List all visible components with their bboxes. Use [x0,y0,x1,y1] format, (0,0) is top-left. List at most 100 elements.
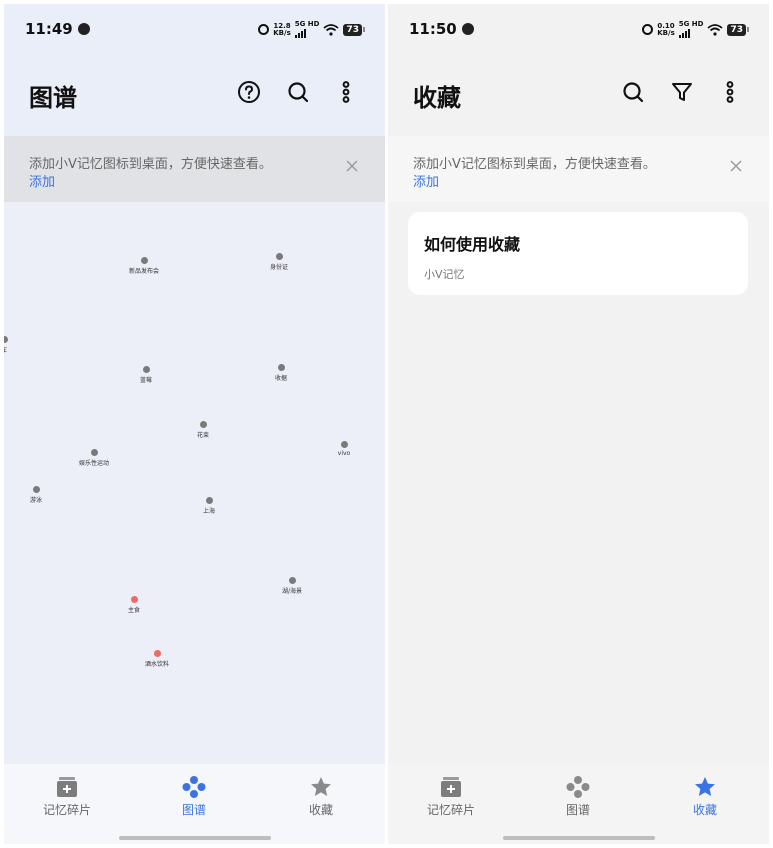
filter-icon[interactable] [670,80,694,104]
card-title: 如何使用收藏 [424,235,521,254]
memory-fragments-icon [441,777,461,797]
status-time: 11:50 [409,20,474,38]
banner-add-link[interactable]: 添加 [29,171,55,190]
graph-node-label: 娱乐性运动 [78,460,109,467]
more-options-icon[interactable] [718,80,742,104]
memory-fragments-icon [57,777,77,797]
graph-node[interactable]: vivo [314,441,374,457]
tab-memory-fragments[interactable]: 记忆碎片 [411,776,491,818]
graph-icon [182,776,206,798]
graph-node[interactable]: 花束 [173,421,233,439]
tab-graph[interactable]: 图谱 [154,776,234,818]
graph-node[interactable]: 主食 [104,596,164,614]
banner-text: 添加小V记忆图标到桌面，方便快速查看。 [413,157,656,172]
network-type: 5G HD [678,21,704,38]
tab-graph[interactable]: 图谱 [538,776,618,818]
graph-node-label: 新品发布会 [128,268,159,275]
graph-node-label: 蓝莓 [139,377,152,384]
signal-icon [678,28,704,38]
network-type: 5G HD [294,21,320,38]
graph-node[interactable]: 新品发布会 [114,257,174,275]
close-icon[interactable] [729,159,743,173]
graph-node-label: 湖/海景 [281,588,303,595]
search-icon[interactable] [621,80,645,104]
graph-node-dot [340,441,348,448]
graph-node-label: 身份证 [269,264,288,271]
signal-icon [294,28,320,38]
status-bar: 11:50 0.10 KB/s 5G HD 73 [388,4,769,56]
bottom-tab-bar: 记忆碎片 图谱 收藏 [4,764,385,844]
net-speed: 0.10 KB/s [657,21,675,37]
status-time: 11:49 [25,20,90,38]
graph-node-label: 上海 [202,508,215,515]
tab-memory-fragments[interactable]: 记忆碎片 [27,776,107,818]
graph-node-dot [140,257,148,264]
star-icon [311,777,331,796]
home-indicator[interactable] [118,836,271,840]
add-widget-banner: 添加小V记忆图标到桌面，方便快速查看。 添加 [388,136,769,202]
graph-node[interactable]: 娱乐性运动 [64,449,124,467]
tab-label: 图谱 [565,803,590,817]
app-header: 图谱 [4,56,385,136]
graph-node-dot [130,596,138,603]
battery-icon: 73 [343,23,365,36]
status-bar: 11:49 12.8 KB/s 5G HD 73 [4,4,385,56]
knowledge-graph[interactable]: 新品发布会 身份证车蓝莓 收据花束娱乐性运动 vivo 游泳上海湖/海景主食酒水饮料 [4,202,385,764]
banner-add-link[interactable]: 添加 [413,171,439,190]
graph-node[interactable]: 收据 [251,364,311,382]
card-subtitle: 小V记忆 [424,268,465,281]
graph-node-dot [275,253,283,260]
page-title: 收藏 [413,84,461,112]
graph-node-dot [90,449,98,456]
graph-screen: 11:49 12.8 KB/s 5G HD 73 图谱 添加小V记忆图标到桌面，方… [4,4,385,844]
graph-node[interactable]: 酒水饮料 [127,650,187,668]
graph-node[interactable]: 游泳 [6,486,66,504]
graph-node[interactable]: 身份证 [249,253,309,271]
page-title: 图谱 [29,84,77,112]
help-icon[interactable] [237,80,261,104]
graph-node-label: 车 [4,345,34,354]
tab-favorites[interactable]: 收藏 [665,776,745,818]
graph-node-label: 游泳 [29,497,42,504]
app-header: 收藏 [388,56,769,136]
graph-node[interactable]: 车 [4,336,34,354]
battery-icon: 73 [727,23,749,36]
tab-label: 图谱 [181,803,206,817]
graph-node[interactable]: 上海 [179,497,239,515]
graph-node-label: 酒水饮料 [144,661,169,668]
add-widget-banner: 添加小V记忆图标到桌面，方便快速查看。 添加 [4,136,385,202]
tab-favorites[interactable]: 收藏 [281,776,361,818]
close-icon[interactable] [345,159,359,173]
alarm-icon [642,24,654,35]
alarm-icon [258,24,270,35]
favorites-screen: 11:50 0.10 KB/s 5G HD 73 收藏 添加小V记忆图标到桌面，方… [388,4,769,844]
wifi-icon [707,23,724,36]
banner-text: 添加小V记忆图标到桌面，方便快速查看。 [29,157,272,172]
graph-node[interactable]: 湖/海景 [262,577,322,595]
bottom-tab-bar: 记忆碎片 图谱 收藏 [388,764,769,844]
graph-node-label: vivo [337,450,351,457]
graph-node-dot [288,577,296,584]
tab-label: 收藏 [692,803,717,817]
graph-node-label: 主食 [127,607,140,614]
graph-node-dot [277,364,285,371]
notification-icon [77,23,90,35]
tab-label: 记忆碎片 [426,803,475,817]
more-options-icon[interactable] [334,80,358,104]
graph-node[interactable]: 蓝莓 [116,366,176,384]
tab-label: 收藏 [308,803,333,817]
star-icon [695,777,715,796]
graph-node-dot [199,421,207,428]
tab-label: 记忆碎片 [42,803,91,817]
graph-node-dot [205,497,213,504]
favorite-card[interactable]: 如何使用收藏 小V记忆 [408,212,748,295]
graph-node-dot [153,650,161,657]
wifi-icon [323,23,340,36]
graph-node-label: 花束 [196,432,209,439]
net-speed: 12.8 KB/s [273,21,291,37]
graph-node-dot [4,336,8,343]
home-indicator[interactable] [502,836,655,840]
search-icon[interactable] [286,80,310,104]
graph-icon [566,776,590,798]
graph-node-label: 收据 [274,375,287,382]
